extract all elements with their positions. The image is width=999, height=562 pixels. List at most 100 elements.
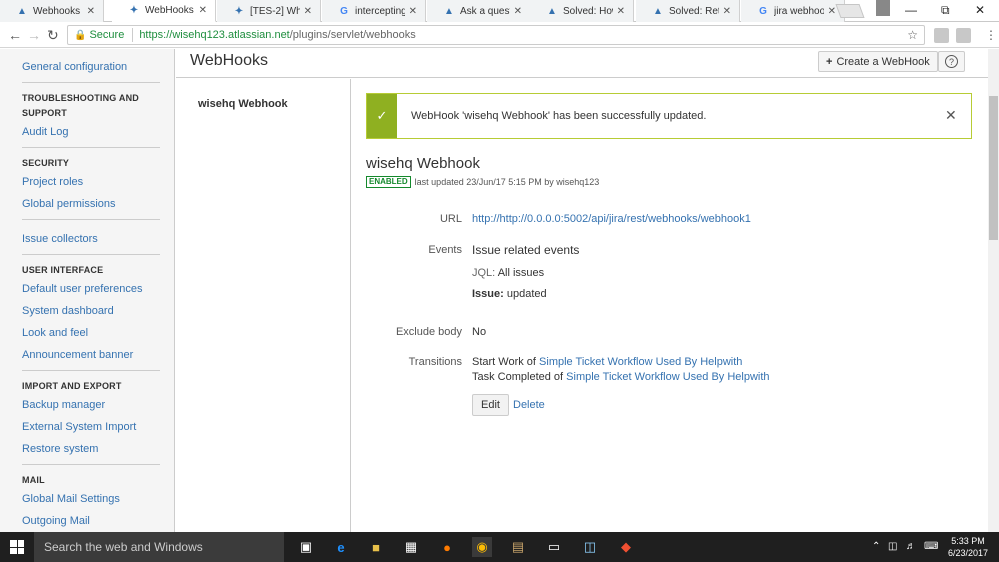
tab-close-icon[interactable]: ✕ — [304, 6, 312, 17]
sidebar-section-heading: TROUBLESHOOTING AND SUPPORT — [22, 93, 139, 118]
tab-close-icon[interactable]: ✕ — [514, 6, 522, 17]
bookmark-star-icon[interactable]: ☆ — [907, 28, 918, 42]
browser-tab-strip: ▲ Webhooks - Atl ✕ ✦ WebHooks - JIR ✕ ✦ [TES-2]… — [0, 0, 999, 22]
browser-menu-icon[interactable]: ⋮ — [985, 28, 997, 42]
sidebar-item[interactable]: Outgoing Mail — [22, 510, 174, 532]
sidebar-item[interactable]: Project roles — [22, 171, 174, 193]
workflow-link[interactable]: Simple Ticket Workflow Used By Helpwith — [539, 356, 742, 368]
close-window-icon[interactable]: ✕ — [975, 3, 985, 17]
tab-close-icon[interactable]: ✕ — [828, 6, 836, 17]
browser-tab-title: Webhooks - Atl — [33, 5, 83, 17]
tab-close-icon[interactable]: ✕ — [409, 6, 417, 17]
window-icon[interactable]: ◫ — [580, 537, 600, 557]
scrollbar-thumb[interactable] — [989, 96, 998, 240]
workflow-link[interactable]: Simple Ticket Workflow Used By Helpwith — [566, 371, 769, 383]
delete-link[interactable]: Delete — [513, 399, 545, 411]
url-host: https://wisehq123.atlassian.net — [139, 29, 290, 41]
sidebar-item[interactable]: Announcement banner — [22, 344, 174, 366]
edit-button[interactable]: Edit — [472, 394, 509, 416]
tab-close-icon[interactable]: ✕ — [87, 6, 95, 17]
edge-icon[interactable]: e — [331, 537, 351, 557]
sidebar-item[interactable]: Issue collectors — [22, 228, 174, 250]
sidebar-divider — [22, 219, 160, 220]
secure-label: Secure — [89, 29, 125, 41]
webhook-meta: ENABLED last updated 23/Jun/17 5:15 PM b… — [366, 176, 599, 188]
network-icon[interactable]: ◫ — [888, 541, 897, 552]
browser-tab[interactable]: ✦ [TES-2] What a ✕ — [217, 0, 321, 22]
browser-tab[interactable]: ▲ Solved: How to ✕ — [530, 0, 634, 22]
reload-icon[interactable]: ↻ — [47, 27, 59, 44]
taskbar-clock[interactable]: 5:33 PM 6/23/2017 — [948, 535, 988, 559]
flag-message: WebHook 'wisehq Webhook' has been succes… — [411, 110, 707, 122]
browser-tab[interactable]: ▲ Ask a question ✕ — [427, 0, 531, 22]
chrome-icon[interactable]: ◉ — [472, 537, 492, 557]
browser-tab-title: intercepting re — [355, 5, 405, 17]
restore-icon[interactable]: ⧉ — [941, 3, 950, 18]
back-icon[interactable]: ← — [8, 27, 22, 43]
sidebar-item[interactable]: External System Import — [22, 416, 174, 438]
page-title: WebHooks — [190, 52, 268, 69]
tab-close-icon[interactable]: ✕ — [617, 6, 625, 17]
url-input[interactable]: 🔒 Secure https://wisehq123.atlassian.net… — [67, 25, 925, 45]
extension-icon[interactable] — [956, 28, 971, 43]
url-path: /plugins/servlet/webhooks — [289, 29, 416, 41]
help-button[interactable]: ? — [938, 51, 965, 72]
transition-text: Task Completed of — [472, 371, 564, 383]
keyboard-icon[interactable]: ⌨ — [924, 541, 938, 552]
status-badge: ENABLED — [366, 176, 411, 188]
exclude-body-label: Exclude body — [395, 326, 462, 338]
atlassian-icon: ▲ — [444, 5, 454, 17]
webhook-list-item[interactable]: wisehq Webhook — [198, 98, 288, 110]
git-icon[interactable]: ◆ — [616, 537, 636, 557]
browser-tab-title: jira webhook js — [774, 5, 824, 17]
windows-start-icon[interactable] — [10, 540, 24, 554]
close-icon[interactable]: ✕ — [945, 107, 957, 124]
volume-icon[interactable]: ♬ — [906, 541, 916, 552]
browser-tab[interactable]: ✦ WebHooks - JIR ✕ — [112, 0, 216, 22]
browser-tab[interactable]: ▲ Solved: Retriev ✕ — [636, 0, 740, 22]
webhook-url-link[interactable]: http://http://0.0.0.0:5002/api/jira/rest… — [472, 213, 751, 225]
sidebar-item-general-configuration[interactable]: General configuration — [22, 56, 174, 78]
issue-label: Issue: — [472, 288, 504, 300]
sidebar-item[interactable]: System dashboard — [22, 300, 174, 322]
success-flag: ✓ WebHook 'wisehq Webhook' has been succ… — [366, 93, 972, 139]
create-webhook-button[interactable]: + Create a WebHook — [818, 51, 938, 72]
task-view-icon[interactable]: ▣ — [296, 537, 316, 557]
tab-close-icon[interactable]: ✕ — [723, 6, 731, 17]
sidebar-item[interactable]: Audit Log — [22, 121, 174, 143]
help-icon: ? — [945, 55, 958, 68]
issue-value: updated — [506, 288, 547, 300]
sidebar-item[interactable]: Restore system — [22, 438, 174, 460]
sidebar-item[interactable]: Default user preferences — [22, 278, 174, 300]
extension-icon[interactable] — [934, 28, 949, 43]
sidebar-divider — [22, 82, 160, 83]
google-icon: G — [759, 5, 767, 17]
browser-tab-title: [TES-2] What a — [250, 5, 300, 17]
tray-chevron-icon[interactable]: ⌃ — [872, 541, 880, 552]
sidebar-section-heading: MAIL — [22, 475, 45, 485]
minimize-icon[interactable]: — — [905, 3, 917, 17]
browser-tab[interactable]: Gintercepting re ✕ — [322, 0, 426, 22]
lock-icon: 🔒 — [74, 29, 87, 41]
sidebar-item[interactable]: Backup manager — [22, 394, 174, 416]
browser-tab[interactable]: ▲ Webhooks - Atl ✕ — [0, 0, 104, 22]
page-scrollbar[interactable] — [988, 49, 999, 532]
firefox-icon[interactable]: ● — [437, 537, 457, 557]
sidebar-item[interactable]: Look and feel — [22, 322, 174, 344]
terminal-icon[interactable]: ▭ — [544, 537, 564, 557]
store-icon[interactable]: ▦ — [401, 537, 421, 557]
new-tab-button[interactable] — [835, 4, 865, 18]
profile-icon[interactable] — [876, 0, 890, 16]
jira-icon: ✦ — [234, 5, 244, 17]
forward-icon[interactable]: → — [27, 27, 41, 43]
taskbar-search-input[interactable]: Search the web and Windows — [34, 532, 284, 562]
jql-value: All issues — [497, 267, 545, 279]
tab-close-icon[interactable]: ✕ — [199, 5, 207, 16]
sidebar-item[interactable]: Global permissions — [22, 193, 174, 215]
browser-tab[interactable]: Gjira webhook js ✕ — [741, 0, 845, 22]
page-header: WebHooks + Create a WebHook ? — [176, 49, 988, 78]
webhook-detail: ✓ WebHook 'wisehq Webhook' has been succ… — [352, 79, 988, 532]
app-icon[interactable]: ▤ — [508, 537, 528, 557]
sidebar-item[interactable]: Global Mail Settings — [22, 488, 174, 510]
file-explorer-icon[interactable]: ■ — [366, 537, 386, 557]
